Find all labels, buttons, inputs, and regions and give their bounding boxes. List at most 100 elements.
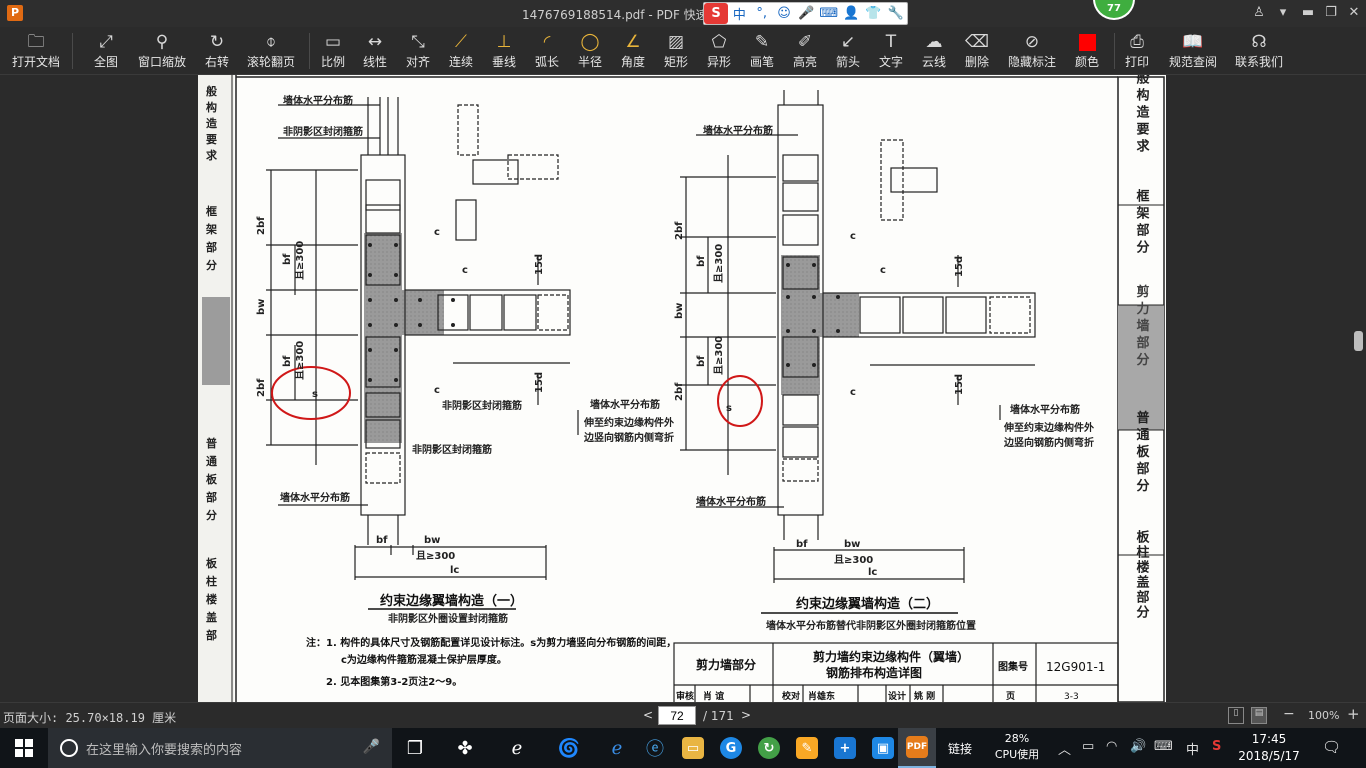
continuous-view-icon[interactable]: ▤ (1251, 707, 1267, 724)
linear-button[interactable]: ↔ 线性 (358, 29, 392, 73)
angle-button[interactable]: ∠ 角度 (616, 29, 650, 73)
ime-punct[interactable]: °, (751, 3, 773, 24)
pdf-app-icon[interactable]: PDF (898, 728, 936, 768)
annotation-circle-right (717, 375, 763, 427)
scale-button[interactable]: ▭ 比例 (316, 29, 350, 73)
cpu-usage-widget[interactable]: 28% CPU使用 (990, 731, 1044, 763)
vertical-scrollbar-thumb[interactable] (1354, 331, 1363, 351)
swirl-app-icon[interactable]: 🌀 (550, 728, 588, 768)
label: c (850, 387, 856, 398)
align-button[interactable]: ⤡ 对齐 (401, 29, 435, 73)
perpendicular-button[interactable]: ⊥ 垂线 (487, 29, 521, 73)
user-icon[interactable]: ♙ (1246, 0, 1272, 26)
magnifier-icon: ⚲ (155, 32, 169, 52)
color-button[interactable]: 颜色 (1070, 29, 1104, 73)
page-number-input[interactable] (658, 706, 696, 725)
task-view-icon[interactable]: ❐ (396, 728, 434, 768)
label: s (726, 403, 732, 414)
label: 墙体水平分布筋 (1010, 403, 1080, 416)
pinwheel-icon[interactable]: ✤ (446, 728, 484, 768)
score-badge[interactable]: 77 (1093, 0, 1135, 20)
arc-icon: ◜ (543, 32, 551, 52)
g-app-icon[interactable]: G (712, 728, 750, 768)
left-drawing (266, 97, 579, 580)
refresh-app-icon[interactable]: ↻ (750, 728, 788, 768)
pdf-page[interactable]: 般 构 造 要 求 框 架 部 分 普 通 板 部 分 板 柱 楼 盖 部 一般… (198, 75, 1166, 702)
notes-icon[interactable]: ✎ (788, 728, 826, 768)
edge-icon[interactable]: ℯ (598, 728, 636, 768)
text-icon: T (885, 32, 897, 52)
polygon-button[interactable]: ⬠ 异形 (702, 29, 736, 73)
tb-cell: 审核 (676, 690, 694, 702)
next-page-icon[interactable]: > (741, 708, 751, 722)
smiley-icon[interactable]: ☺ (773, 3, 795, 24)
tray-link-label[interactable]: 链接 (948, 740, 972, 757)
keyboard-icon[interactable]: ⌨ (818, 3, 840, 24)
chevron-down-icon[interactable]: ▾ (1270, 0, 1296, 26)
shirt-icon[interactable]: 👕 (862, 3, 884, 24)
book-icon: 📖 (1182, 32, 1204, 52)
zoom-in-icon[interactable]: + (1347, 705, 1360, 723)
volume-icon[interactable]: 🔊 (1130, 739, 1146, 754)
continuous-button[interactable]: ⟋ 连续 (444, 29, 478, 73)
tb-atlas-label: 图集号 (998, 660, 1028, 673)
microphone-icon[interactable]: 🎤 (363, 739, 380, 755)
window-zoom-button[interactable]: ⚲ 窗口缩放 (134, 29, 190, 73)
radius-button[interactable]: ◯ 半径 (573, 29, 607, 73)
taskbar-search-box[interactable]: 在这里输入你要搜索的内容 🎤 (48, 728, 392, 768)
battery-icon[interactable]: ▭ (1082, 739, 1094, 754)
briefcase-icon[interactable]: ▣ (864, 728, 902, 768)
rotate-right-button[interactable]: ↻ 右转 (199, 29, 235, 73)
edge-e-icon[interactable]: ℯ (498, 728, 536, 768)
app-icon[interactable]: P (7, 5, 23, 21)
chevron-up-icon[interactable]: ︿ (1058, 739, 1071, 758)
mic-icon[interactable]: 🎤 (795, 3, 817, 24)
ime-toolbar[interactable]: S 中 °, ☺ 🎤 ⌨ 👤 👕 🔧 (703, 2, 908, 25)
edge-char: 部 (206, 628, 217, 642)
wifi-icon[interactable]: ◠ (1106, 739, 1117, 754)
plus-app-icon[interactable]: + (826, 728, 864, 768)
zoom-out-icon[interactable]: − (1283, 706, 1295, 722)
explorer-icon[interactable]: ▭ (674, 728, 712, 768)
edge-char: 般 (206, 84, 217, 98)
start-button[interactable] (0, 728, 48, 768)
wrench-icon[interactable]: 🔧 (885, 3, 907, 24)
arrow-icon: ↙ (840, 32, 856, 52)
ime-mode[interactable]: 中 (728, 3, 750, 24)
cloud-line-button[interactable]: ☁ 云线 (917, 29, 951, 73)
edge-char: 分 (206, 258, 217, 272)
label: c (434, 227, 440, 238)
clock[interactable]: 17:45 2018/5/17 (1236, 731, 1302, 765)
tb-title-1: 剪力墙约束边缘构件（翼墙） (813, 649, 969, 664)
fit-page-button[interactable]: ⤢ 全图 (88, 29, 124, 73)
sogou-tray-icon[interactable]: S (1212, 739, 1221, 754)
hide-annotations-button[interactable]: ⊘ 隐藏标注 (1004, 29, 1060, 73)
delete-button[interactable]: ⌫ 删除 (960, 29, 994, 73)
arrow-button[interactable]: ↙ 箭头 (831, 29, 865, 73)
print-button[interactable]: ⎙ 打印 (1120, 29, 1154, 73)
edge-char: 盖 (206, 610, 217, 624)
side-tab-general: 一般构造要求 (1134, 75, 1150, 156)
open-document-button[interactable]: 🗀 打开文档 (8, 29, 64, 73)
highlight-button[interactable]: ✐ 高亮 (788, 29, 822, 73)
wheel-page-button[interactable]: ⌽ 滚轮翻页 (243, 29, 299, 73)
document-viewer[interactable]: 般 构 造 要 求 框 架 部 分 普 通 板 部 分 板 柱 楼 盖 部 一般… (0, 75, 1366, 702)
edge-char: 要 (206, 133, 217, 146)
arc-length-button[interactable]: ◜ 弧长 (530, 29, 564, 73)
rectangle-button[interactable]: ▨ 矩形 (659, 29, 693, 73)
close-icon[interactable]: ✕ (1341, 0, 1366, 26)
ie-icon[interactable]: ⓔ (636, 728, 674, 768)
headset-icon: ☊ (1251, 32, 1267, 52)
label: 墙体水平分布筋 (280, 491, 350, 504)
spec-lookup-button[interactable]: 📖 规范查阅 (1165, 29, 1221, 73)
previous-page-icon[interactable]: < (643, 708, 653, 722)
user-icon[interactable]: 👤 (840, 3, 862, 24)
contact-us-button[interactable]: ☊ 联系我们 (1231, 29, 1287, 73)
ime-indicator[interactable]: 中 (1186, 739, 1199, 758)
notification-icon[interactable]: 🗨 (1322, 738, 1341, 756)
single-page-view-icon[interactable]: ▯ (1228, 707, 1244, 724)
text-button[interactable]: T 文字 (874, 29, 908, 73)
keyboard-icon[interactable]: ⌨ (1154, 739, 1173, 754)
sogou-logo-icon[interactable]: S (704, 3, 729, 24)
pen-button[interactable]: ✎ 画笔 (745, 29, 779, 73)
